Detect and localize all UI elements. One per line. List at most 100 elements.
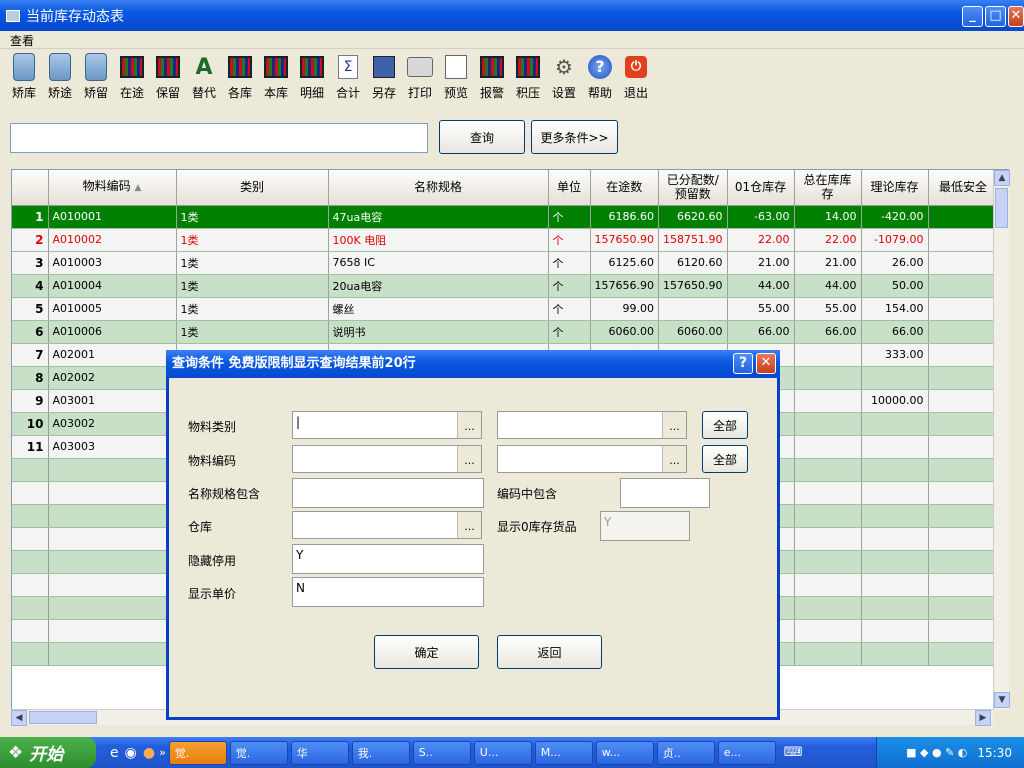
table-cell[interactable]: 50.00 <box>861 274 929 298</box>
table-row[interactable]: 1 A010001 1类 47ua电容个 6186.60 6620.60 -63.00 14.… <box>12 205 999 229</box>
table-cell[interactable]: 26.00 <box>861 251 929 275</box>
table-cell[interactable]: A03003 <box>48 435 177 459</box>
table-cell[interactable]: -63.00 <box>727 205 795 229</box>
table-cell[interactable]: 个 <box>548 251 591 275</box>
toolbar-detail-button[interactable]: 明细 <box>294 50 330 102</box>
table-cell[interactable] <box>928 297 999 321</box>
table-cell[interactable] <box>794 366 862 390</box>
toolbar-reserved-button[interactable]: 保留 <box>150 50 186 102</box>
table-cell[interactable] <box>794 642 862 666</box>
close-button[interactable]: ✕ <box>1008 6 1024 27</box>
table-cell[interactable]: 1类 <box>176 274 329 298</box>
table-cell[interactable] <box>928 596 999 620</box>
table-cell[interactable] <box>928 320 999 344</box>
column-header[interactable]: 物料编码 ▲ <box>48 170 177 206</box>
warehouse-input[interactable]: ... <box>292 511 482 539</box>
table-cell[interactable]: A010004 <box>48 274 177 298</box>
table-cell[interactable] <box>861 527 929 551</box>
vertical-scroll-thumb[interactable] <box>995 188 1008 228</box>
table-cell[interactable]: 22.00 <box>727 228 795 252</box>
table-cell[interactable]: -420.00 <box>861 205 929 229</box>
table-row[interactable]: 6 A010006 1类 说明书个 6060.00 6060.00 66.00 66.00 66… <box>12 320 999 344</box>
table-cell[interactable] <box>861 366 929 390</box>
table-cell[interactable] <box>928 504 999 528</box>
table-cell[interactable]: 个 <box>548 274 591 298</box>
table-cell[interactable] <box>928 527 999 551</box>
table-cell[interactable]: 1类 <box>176 297 329 321</box>
menu-view[interactable]: 查看 <box>0 31 44 50</box>
table-cell[interactable]: 21.00 <box>794 251 862 275</box>
table-cell[interactable]: 个 <box>548 228 591 252</box>
taskbar-task[interactable]: 觉. <box>229 740 288 765</box>
table-cell[interactable]: 说明书 <box>328 320 549 344</box>
table-cell[interactable] <box>861 596 929 620</box>
taskbar-task[interactable]: 觉. <box>168 740 227 765</box>
table-cell[interactable]: 44.00 <box>727 274 795 298</box>
table-cell[interactable] <box>928 205 999 229</box>
table-cell[interactable]: 66.00 <box>861 320 929 344</box>
taskbar-task[interactable]: e... <box>717 740 776 765</box>
material-code-from-input[interactable]: ... <box>292 445 482 473</box>
table-cell[interactable] <box>794 504 862 528</box>
table-cell[interactable]: 7658 IC <box>328 251 549 275</box>
table-cell[interactable] <box>928 573 999 597</box>
taskbar-task[interactable]: U... <box>473 740 532 765</box>
table-cell[interactable] <box>928 366 999 390</box>
dialog-close-button[interactable]: ✕ <box>756 353 776 374</box>
table-cell[interactable]: 66.00 <box>727 320 795 344</box>
table-cell[interactable] <box>928 550 999 574</box>
table-cell[interactable] <box>928 458 999 482</box>
column-header[interactable]: 理论库存 <box>861 170 929 206</box>
table-cell[interactable]: 158751.90 <box>658 228 728 252</box>
browse-button[interactable]: ... <box>662 412 686 438</box>
table-cell[interactable]: 154.00 <box>861 297 929 321</box>
minimize-button[interactable]: _ <box>962 6 983 27</box>
table-cell[interactable]: A03001 <box>48 389 177 413</box>
table-cell[interactable]: 个 <box>548 205 591 229</box>
toolbar-preview-button[interactable]: 预览 <box>438 50 474 102</box>
toolbar-save-as-button[interactable]: 另存 <box>366 50 402 102</box>
material-category-from-input[interactable]: |... <box>292 411 482 439</box>
table-cell[interactable] <box>794 481 862 505</box>
table-cell[interactable] <box>48 504 177 528</box>
column-header[interactable]: 名称规格 <box>328 170 549 206</box>
ok-button[interactable]: 确定 <box>374 635 479 669</box>
table-cell[interactable]: 个 <box>548 320 591 344</box>
horizontal-scroll-thumb[interactable] <box>29 711 97 724</box>
table-cell[interactable]: 66.00 <box>794 320 862 344</box>
table-cell[interactable] <box>928 619 999 643</box>
table-cell[interactable]: A03002 <box>48 412 177 436</box>
browser-icon[interactable]: ◉ <box>125 745 137 761</box>
scroll-up-icon[interactable]: ▲ <box>994 170 1010 186</box>
table-cell[interactable] <box>794 389 862 413</box>
taskbar-task[interactable]: w... <box>595 740 654 765</box>
dialog-help-button[interactable]: ? <box>733 353 753 374</box>
table-cell[interactable] <box>794 412 862 436</box>
table-cell[interactable]: 6120.60 <box>658 251 728 275</box>
table-cell[interactable]: 1类 <box>176 251 329 275</box>
category-all-button[interactable]: 全部 <box>702 411 748 439</box>
toolbar-total-button[interactable]: Σ 合计 <box>330 50 366 102</box>
table-cell[interactable] <box>928 412 999 436</box>
table-cell[interactable]: 螺丝 <box>328 297 549 321</box>
material-category-to-input[interactable]: ... <box>497 411 687 439</box>
table-cell[interactable] <box>48 550 177 574</box>
browse-button[interactable]: ... <box>457 512 481 538</box>
table-cell[interactable]: 157650.90 <box>658 274 728 298</box>
table-cell[interactable] <box>794 527 862 551</box>
table-cell[interactable] <box>928 642 999 666</box>
table-row[interactable]: 5 A010005 1类 螺丝个 99.00 55.00 55.00 154.00 <box>12 297 999 321</box>
toolbar-recalc-reserved-button[interactable]: 矫留 <box>78 50 114 102</box>
toolbar-each-warehouse-button[interactable]: 各库 <box>222 50 258 102</box>
table-cell[interactable]: 1类 <box>176 205 329 229</box>
vertical-scrollbar[interactable]: ▲ ▼ <box>993 170 1010 710</box>
table-cell[interactable] <box>48 642 177 666</box>
toolbar-help-button[interactable]: ? 帮助 <box>582 50 618 102</box>
table-cell[interactable]: A010006 <box>48 320 177 344</box>
table-cell[interactable]: 10000.00 <box>861 389 929 413</box>
material-code-to-input[interactable]: ... <box>497 445 687 473</box>
table-cell[interactable] <box>861 435 929 459</box>
hide-disabled-input[interactable]: Y <box>292 544 484 574</box>
toolbar-recalc-stock-button[interactable]: 矫库 <box>6 50 42 102</box>
browse-button[interactable]: ... <box>457 412 481 438</box>
